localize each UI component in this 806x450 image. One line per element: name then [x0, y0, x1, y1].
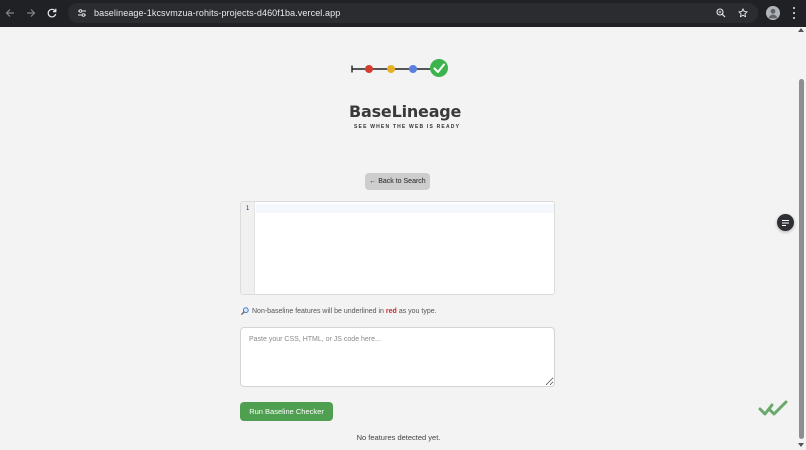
back-arrow-icon[interactable] [0, 3, 20, 23]
double-check-icon [758, 400, 788, 416]
page-content: BaseLineage SEE WHEN THE WEB IS READY ← … [0, 27, 797, 450]
magnifier-icon[interactable] [714, 5, 728, 21]
reload-icon[interactable] [42, 3, 62, 23]
floating-menu-button[interactable] [777, 214, 794, 231]
address-bar[interactable]: baselineage-1kcsvmzua-rohits-projects-d4… [68, 3, 758, 23]
hint-text-before: Non-baseline features will be underlined… [252, 307, 384, 315]
page-scrollbar[interactable] [797, 27, 806, 450]
back-to-search-button[interactable]: ← Back to Search [365, 173, 430, 190]
forward-arrow-icon[interactable] [21, 3, 41, 23]
scroll-down-arrow[interactable] [798, 443, 804, 447]
underline-hint: Non-baseline features will be underlined… [241, 307, 437, 315]
line-number: 1 [245, 205, 250, 212]
scroll-up-arrow[interactable] [798, 28, 804, 32]
scroll-thumb[interactable] [799, 79, 804, 439]
results-status: No features detected yet. [356, 433, 441, 442]
code-editor[interactable]: 1 [240, 201, 555, 295]
hint-highlight-word: red [385, 307, 397, 315]
code-textarea[interactable] [240, 327, 555, 387]
magnifier-icon [241, 307, 249, 315]
run-baseline-checker-button[interactable]: Run Baseline Checker [240, 402, 333, 421]
brand-tagline: SEE WHEN THE WEB IS READY [354, 124, 461, 130]
hint-text-after: as you type. [398, 307, 437, 315]
baselineage-logo [351, 59, 448, 77]
active-line-highlight [256, 204, 554, 213]
url-text[interactable]: baselineage-1kcsvmzua-rohits-projects-d4… [94, 8, 340, 18]
browser-toolbar: baselineage-1kcsvmzua-rohits-projects-d4… [0, 0, 806, 27]
tune-icon[interactable] [73, 9, 91, 17]
editor-gutter: 1 [241, 202, 255, 294]
kebab-icon[interactable] [789, 5, 799, 21]
list-icon [782, 219, 789, 226]
brand-name: BaseLineage [349, 102, 462, 121]
avatar-icon[interactable] [766, 6, 780, 20]
star-icon[interactable] [736, 5, 750, 21]
